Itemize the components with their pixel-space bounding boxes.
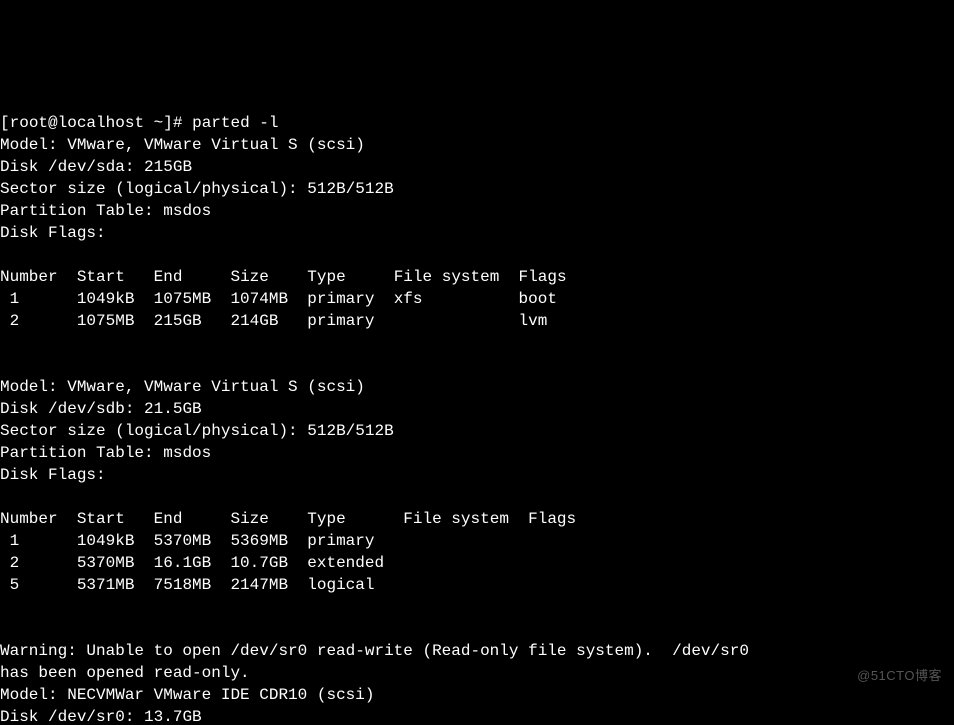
disk0-partition-row: 2 1075MB 215GB 214GB primary lvm	[0, 312, 547, 330]
disk0-sector: Sector size (logical/physical): 512B/512…	[0, 180, 394, 198]
disk0-model: Model: VMware, VMware Virtual S (scsi)	[0, 136, 365, 154]
disk1-sector: Sector size (logical/physical): 512B/512…	[0, 422, 394, 440]
sr0-model: Model: NECVMWar VMware IDE CDR10 (scsi)	[0, 686, 374, 704]
disk1-ptable: Partition Table: msdos	[0, 444, 211, 462]
warning-text: Warning: Unable to open /dev/sr0 read-wr…	[0, 642, 749, 682]
prompt-cwd: ~	[154, 114, 164, 132]
disk0-flags: Disk Flags:	[0, 224, 115, 242]
terminal-output[interactable]: [root@localhost ~]# parted -l Model: VMw…	[0, 110, 954, 725]
disk1-partition-row: 5 5371MB 7518MB 2147MB logical	[0, 576, 374, 594]
sr0-path: Disk /dev/sr0: 13.7GB	[0, 708, 202, 725]
prompt-user: root	[10, 114, 48, 132]
prompt-symbol: #	[173, 114, 183, 132]
disk1-model: Model: VMware, VMware Virtual S (scsi)	[0, 378, 365, 396]
disk1-partition-row: 2 5370MB 16.1GB 10.7GB extended	[0, 554, 384, 572]
command-text: parted -l	[192, 114, 278, 132]
disk1-flags: Disk Flags:	[0, 466, 115, 484]
disk0-header-row: Number Start End Size Type File system F…	[0, 268, 567, 286]
disk1-path: Disk /dev/sdb: 21.5GB	[0, 400, 202, 418]
prompt-line: [root@localhost ~]# parted -l	[0, 114, 279, 132]
disk1-partition-row: 1 1049kB 5370MB 5369MB primary	[0, 532, 374, 550]
watermark-text: @51CTO博客	[857, 665, 942, 687]
disk0-path: Disk /dev/sda: 215GB	[0, 158, 192, 176]
disk1-header-row: Number Start End Size Type File system F…	[0, 510, 576, 528]
prompt-host: localhost	[58, 114, 144, 132]
disk0-ptable: Partition Table: msdos	[0, 202, 211, 220]
disk0-partition-row: 1 1049kB 1075MB 1074MB primary xfs boot	[0, 290, 557, 308]
